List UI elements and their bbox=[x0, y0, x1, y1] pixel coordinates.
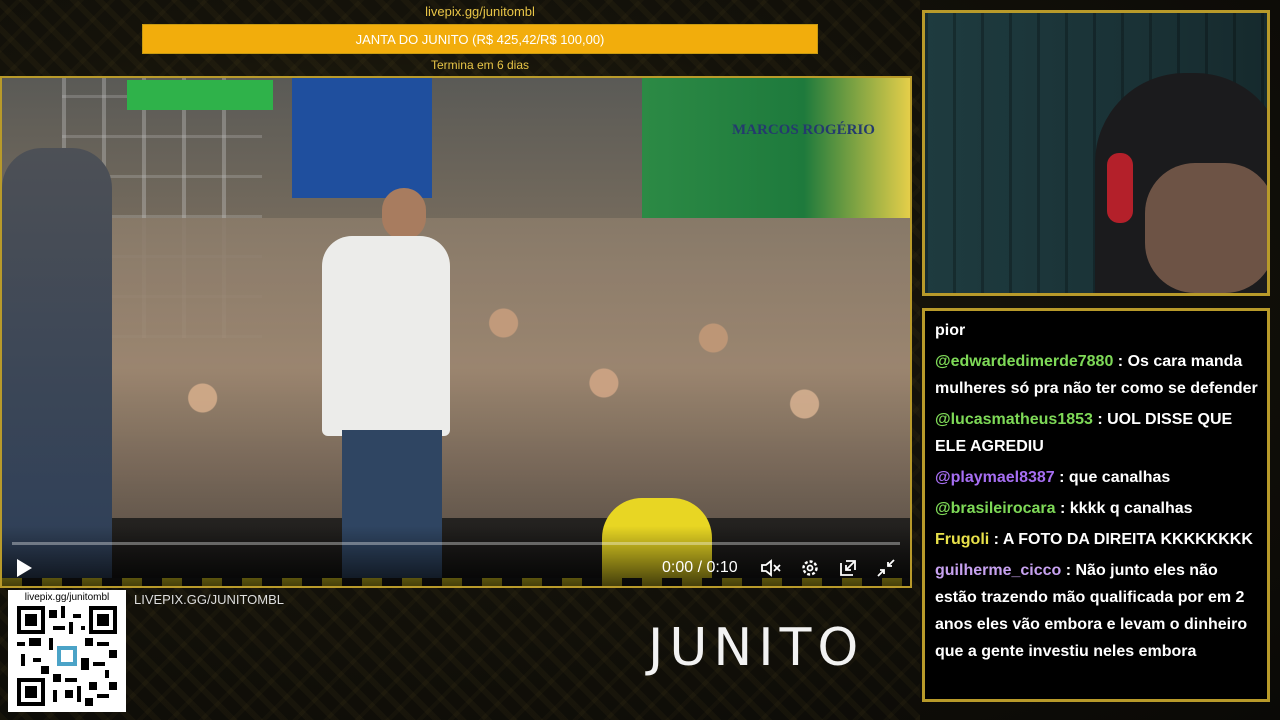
goal-title: JANTA DO JUNITO (R$ 425,42/R$ 100,00) bbox=[355, 31, 605, 47]
man-shirt bbox=[322, 236, 450, 436]
chat-text: : que canalhas bbox=[1054, 469, 1171, 486]
video-controls: 0:00 / 0:10 bbox=[2, 526, 910, 586]
campaign-banner bbox=[642, 78, 910, 218]
chat-message: @playmael8387 : que canalhas bbox=[935, 464, 1259, 491]
volume-muted-icon[interactable] bbox=[758, 556, 784, 580]
video-player[interactable]: MARCOS ROGÉRIO 0:00 / 0:10 bbox=[0, 76, 912, 588]
chat-text: : kkkk q canalhas bbox=[1055, 500, 1193, 517]
chat-username[interactable]: @brasileirocara bbox=[935, 500, 1056, 517]
man-head bbox=[382, 188, 426, 240]
streamer-face bbox=[1145, 163, 1267, 293]
video-time: 0:00 / 0:10 bbox=[662, 559, 738, 576]
site-url: LIVEPIX.GG/JUNITOMBL bbox=[134, 592, 285, 607]
qr-label: livepix.gg/junitombl bbox=[24, 592, 110, 603]
chat-text: : A FOTO DA DIREITA KKKKKKKK bbox=[989, 531, 1253, 548]
gear-icon[interactable] bbox=[798, 556, 822, 580]
chat-message: @brasileirocara : kkkk q canalhas bbox=[935, 495, 1259, 522]
chat-message: pior bbox=[935, 317, 1259, 344]
man-left bbox=[2, 148, 112, 586]
chat-message: Frugoli : A FOTO DA DIREITA KKKKKKKK bbox=[935, 526, 1259, 553]
picture-in-picture-icon[interactable] bbox=[836, 556, 860, 580]
goal-url: livepix.gg/junitombl bbox=[425, 4, 535, 19]
chat-username[interactable]: Frugoli bbox=[935, 531, 989, 548]
banner-name: MARCOS ROGÉRIO bbox=[732, 122, 875, 138]
chat-message: @edwardedimerde7880 : Os cara manda mulh… bbox=[935, 348, 1259, 402]
goal-progress-bar: JANTA DO JUNITO (R$ 425,42/R$ 100,00) bbox=[142, 24, 818, 54]
chat-username[interactable]: @edwardedimerde7880 bbox=[935, 353, 1113, 370]
goal-deadline: Termina em 6 dias bbox=[430, 58, 530, 72]
chat-panel: pior @edwardedimerde7880 : Os cara manda … bbox=[922, 308, 1270, 702]
junito-logo: JUNITO bbox=[648, 618, 865, 678]
chat-message: @lucasmatheus1853 : UOL DISSE QUE ELE AG… bbox=[935, 406, 1259, 460]
qr-code bbox=[17, 606, 117, 706]
headset bbox=[1107, 153, 1133, 223]
exit-fullscreen-icon[interactable] bbox=[874, 556, 898, 580]
crowd bbox=[2, 218, 910, 518]
chat-username[interactable]: @playmael8387 bbox=[935, 469, 1055, 486]
qr-widget: livepix.gg/junitombl bbox=[8, 590, 126, 712]
chat-username[interactable]: guilherme_cicco bbox=[935, 562, 1061, 579]
play-icon[interactable] bbox=[12, 556, 36, 580]
chat-text: pior bbox=[935, 322, 966, 339]
video-progress-track[interactable] bbox=[12, 542, 900, 545]
chat-username[interactable]: @lucasmatheus1853 bbox=[935, 411, 1093, 428]
led-panel bbox=[127, 80, 273, 110]
man-on-stage bbox=[302, 168, 452, 578]
chat-message: guilherme_cicco : Não junto eles não est… bbox=[935, 557, 1259, 665]
webcam-feed bbox=[922, 10, 1270, 296]
